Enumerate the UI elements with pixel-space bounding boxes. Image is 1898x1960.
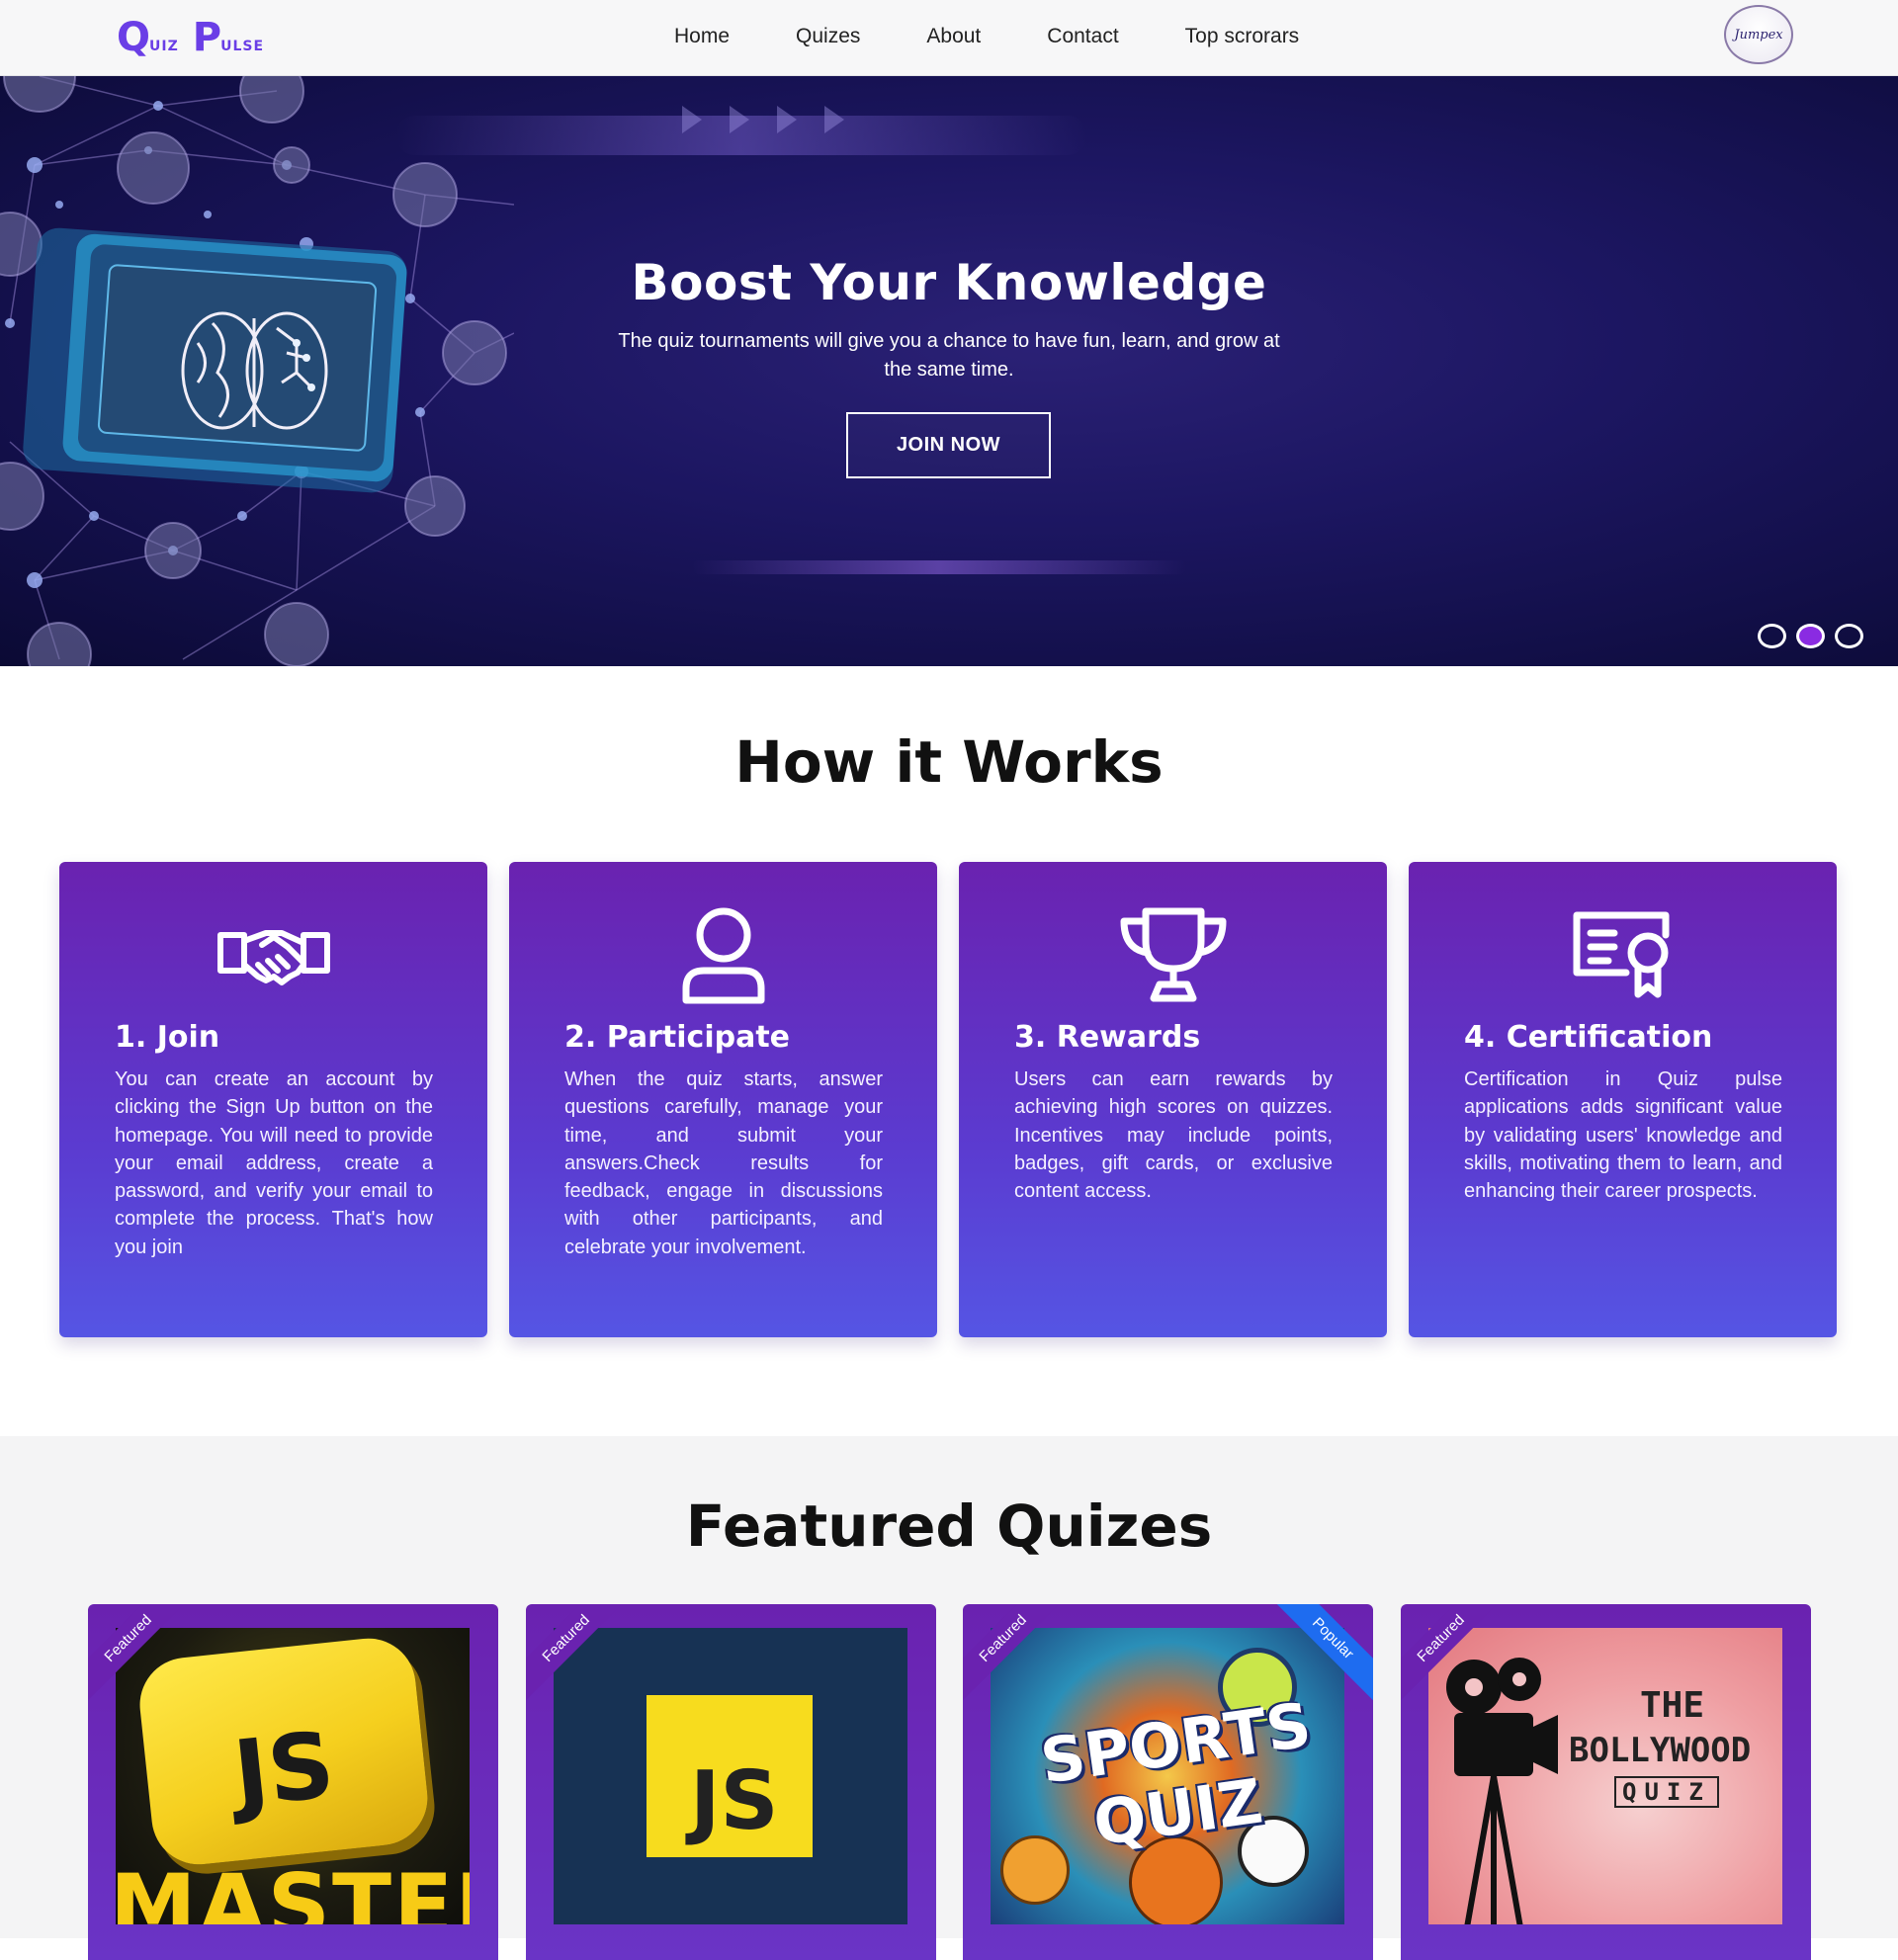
quiz-image-js: JS bbox=[554, 1628, 907, 1924]
user-icon bbox=[509, 905, 937, 1004]
carousel-indicators bbox=[1758, 624, 1873, 648]
carousel-dot-3[interactable] bbox=[1835, 624, 1863, 648]
step-card-certification: 4. Certification Certification in Quiz p… bbox=[1409, 862, 1837, 1337]
step-title: 4. Certification bbox=[1464, 1020, 1713, 1055]
nav-contact[interactable]: Contact bbox=[1047, 22, 1118, 51]
hero-banner: Boost Your Knowledge The quiz tournament… bbox=[0, 76, 1898, 666]
step-card-join: 1. Join You can create an account by cli… bbox=[59, 862, 487, 1337]
nav-quizes[interactable]: Quizes bbox=[796, 22, 860, 51]
avatar-text: Jumpex bbox=[1734, 27, 1783, 43]
navbar: Q UIZ P ULSE Home Quizes About Contact T… bbox=[0, 0, 1898, 76]
quiz-card-js-master[interactable]: Featured JS MASTER bbox=[88, 1604, 498, 1960]
carousel-dot-2[interactable] bbox=[1796, 624, 1825, 648]
quiz-image-bollywood: THE BOLLYWOOD QUIZ bbox=[1428, 1628, 1782, 1924]
quiz-image-text: JS bbox=[228, 1712, 339, 1828]
brain-network-illustration bbox=[0, 76, 514, 666]
step-text: When the quiz starts, answer questions c… bbox=[564, 1068, 883, 1258]
certificate-icon bbox=[1409, 905, 1837, 1004]
quiz-image-text: BOLLYWOOD bbox=[1569, 1731, 1752, 1770]
quiz-image-text: JS bbox=[690, 1754, 779, 1848]
main-nav: Home Quizes About Contact Top scrorars bbox=[674, 22, 1299, 51]
how-it-works-cards: 1. Join You can create an account by cli… bbox=[59, 862, 1837, 1337]
quiz-image-text: MASTER bbox=[116, 1855, 470, 1924]
hero-glow bbox=[692, 560, 1186, 574]
hero-arrows-decoration bbox=[682, 106, 872, 133]
quiz-image-sports: SPORTS QUIZ bbox=[991, 1628, 1344, 1924]
trophy-icon bbox=[959, 905, 1387, 1004]
hero-title: Boost Your Knowledge bbox=[631, 254, 1267, 311]
quiz-card-js[interactable]: Featured JS bbox=[526, 1604, 936, 1960]
how-it-works-title: How it Works bbox=[734, 728, 1164, 796]
step-title: 2. Participate bbox=[564, 1020, 791, 1055]
featured-quizes-title: Featured Quizes bbox=[685, 1492, 1213, 1560]
avatar[interactable]: Jumpex bbox=[1724, 5, 1793, 64]
logo-text-ulse: ULSE bbox=[220, 39, 265, 54]
quiz-image-text: THE bbox=[1640, 1685, 1705, 1726]
quiz-card-sports[interactable]: Featured Popular SPORTS QUIZ bbox=[963, 1604, 1373, 1960]
logo-text-uiz: UIZ bbox=[149, 39, 179, 54]
nav-top-scorers[interactable]: Top scrorars bbox=[1185, 22, 1300, 51]
logo-letter-p: P bbox=[192, 15, 221, 60]
hero-subtitle: The quiz tournaments will give you a cha… bbox=[618, 330, 1280, 381]
logo[interactable]: Q UIZ P ULSE bbox=[117, 15, 278, 60]
quiz-image-text: QUIZ bbox=[1614, 1776, 1719, 1808]
carousel-dot-1[interactable] bbox=[1758, 624, 1786, 648]
step-title: 3. Rewards bbox=[1014, 1020, 1201, 1055]
step-text: Certification in Quiz pulse applications… bbox=[1464, 1068, 1782, 1203]
nav-home[interactable]: Home bbox=[674, 22, 730, 51]
film-camera-icon bbox=[1446, 1658, 1558, 1924]
step-text: You can create an account by clicking th… bbox=[115, 1068, 433, 1258]
step-text: Users can earn rewards by achieving high… bbox=[1014, 1068, 1333, 1203]
join-now-button[interactable]: JOIN NOW bbox=[846, 412, 1051, 478]
nav-about[interactable]: About bbox=[926, 22, 981, 51]
ball-graphic bbox=[1000, 1835, 1070, 1905]
handshake-icon bbox=[59, 905, 487, 1004]
logo-letter-q: Q bbox=[117, 15, 150, 60]
quiz-image-js-master: JS MASTER bbox=[116, 1628, 470, 1924]
js-logo: JS bbox=[647, 1695, 813, 1857]
quiz-card-bollywood[interactable]: Featured THE BOLLYWOOD QUIZ bbox=[1401, 1604, 1811, 1960]
step-card-rewards: 3. Rewards Users can earn rewards by ach… bbox=[959, 862, 1387, 1337]
step-title: 1. Join bbox=[115, 1020, 220, 1055]
featured-quiz-list: Featured JS MASTER Featured JS Featured … bbox=[88, 1604, 1811, 1960]
step-card-participate: 2. Participate When the quiz starts, ans… bbox=[509, 862, 937, 1337]
